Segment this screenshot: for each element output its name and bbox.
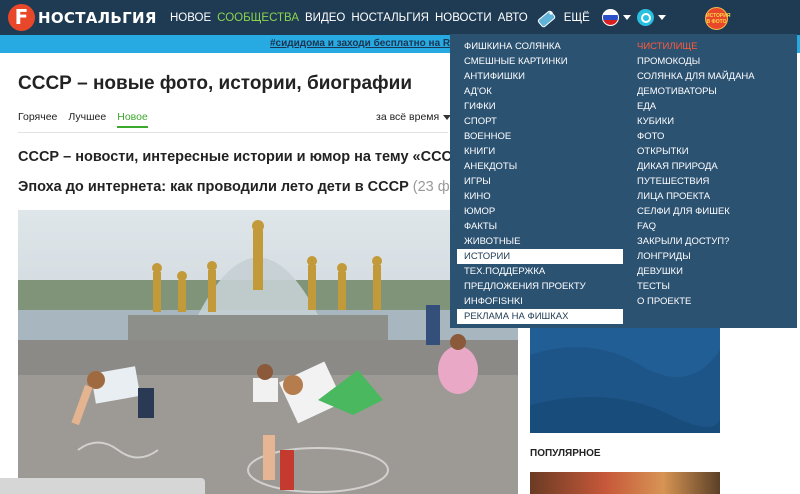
logo-text: НОСТАЛЬГИЯ bbox=[38, 8, 157, 27]
menu-item[interactable]: ВОЕННОЕ bbox=[457, 129, 623, 144]
menu-item[interactable]: ФИШКИНА СОЛЯНКА bbox=[457, 39, 623, 54]
menu-item[interactable]: СПОРТ bbox=[457, 114, 623, 129]
banner-texture bbox=[530, 325, 720, 433]
tab-best[interactable]: Лучшее bbox=[68, 111, 106, 128]
menu-item[interactable]: АНЕКДОТЫ bbox=[457, 159, 623, 174]
more-dropdown-menu: ФИШКИНА СОЛЯНКА СМЕШНЫЕ КАРТИНКИ АНТИФИШ… bbox=[450, 34, 797, 328]
promo-link[interactable]: #сидидома и заходи бесплатно на RealF bbox=[270, 38, 470, 49]
sort-tabs: Горячее Лучшее Новое bbox=[18, 111, 159, 128]
nav-item-nostalgia[interactable]: НОСТАЛЬГИЯ bbox=[351, 12, 429, 24]
menu-item[interactable]: ДИКАЯ ПРИРОДА bbox=[630, 159, 790, 174]
top-nav-bar: F НОСТАЛЬГИЯ НОВОЕ СООБЩЕСТВА ВИДЕО НОСТ… bbox=[0, 0, 800, 35]
popular-thumbnail[interactable] bbox=[530, 472, 720, 494]
menu-item[interactable]: КИНО bbox=[457, 189, 623, 204]
menu-item-stories[interactable]: ИСТОРИИ bbox=[457, 249, 623, 264]
search-icon bbox=[636, 9, 654, 26]
logo-mark: F bbox=[8, 4, 35, 31]
menu-item[interactable]: ТЕСТЫ bbox=[630, 279, 790, 294]
menu-item[interactable]: ПРОМОКОДЫ bbox=[630, 54, 790, 69]
nav-item-new[interactable]: НОВОЕ bbox=[170, 12, 211, 24]
menu-item-advertising[interactable]: РЕКЛАМА НА ФИШКАХ bbox=[457, 309, 623, 324]
site-logo[interactable]: F НОСТАЛЬГИЯ bbox=[8, 4, 157, 31]
post-title-text: Эпоха до интернета: как проводили лето д… bbox=[18, 179, 409, 195]
menu-item[interactable]: ДЕМОТИВАТОРЫ bbox=[630, 84, 790, 99]
menu-column-left: ФИШКИНА СОЛЯНКА СМЕШНЫЕ КАРТИНКИ АНТИФИШ… bbox=[457, 39, 623, 324]
menu-item[interactable]: ТЕХ.ПОДДЕРЖКА bbox=[457, 264, 623, 279]
tab-hot[interactable]: Горячее bbox=[18, 111, 57, 128]
menu-item[interactable]: ИГРЫ bbox=[457, 174, 623, 189]
period-label: за всё время bbox=[376, 111, 440, 123]
menu-item[interactable]: ДЕВУШКИ bbox=[630, 264, 790, 279]
tag-icon[interactable] bbox=[536, 7, 558, 29]
russian-flag-icon bbox=[601, 9, 619, 26]
popular-heading: ПОПУЛЯРНОЕ bbox=[530, 448, 601, 459]
nav-item-auto[interactable]: АВТО bbox=[498, 12, 528, 24]
menu-item[interactable]: ЮМОР bbox=[457, 204, 623, 219]
menu-item[interactable]: КНИГИ bbox=[457, 144, 623, 159]
page-title: СССР – новые фото, истории, биографии bbox=[18, 73, 413, 94]
search-button[interactable] bbox=[636, 9, 666, 26]
menu-item[interactable]: АД'ОК bbox=[457, 84, 623, 99]
menu-item[interactable]: ЗАКРЫЛИ ДОСТУП? bbox=[630, 234, 790, 249]
chevron-down-icon bbox=[657, 15, 666, 20]
menu-item[interactable]: ОТКРЫТКИ bbox=[630, 144, 790, 159]
post-title[interactable]: Эпоха до интернета: как проводили лето д… bbox=[18, 179, 458, 195]
nav-item-more[interactable]: ЕЩЁ bbox=[564, 12, 590, 24]
tab-new[interactable]: Новое bbox=[117, 111, 148, 128]
badge-text: ИСТОРИЯ В ФОТО bbox=[706, 13, 731, 25]
menu-item-purgatory[interactable]: ЧИСТИЛИЩЕ bbox=[630, 39, 790, 54]
menu-item[interactable]: КУБИКИ bbox=[630, 114, 790, 129]
menu-item[interactable]: ПРЕДЛОЖЕНИЯ ПРОЕКТУ bbox=[457, 279, 623, 294]
sidebar-banner[interactable] bbox=[530, 325, 720, 433]
menu-item[interactable]: ПУТЕШЕСТВИЯ bbox=[630, 174, 790, 189]
menu-item[interactable]: ФОТО bbox=[630, 129, 790, 144]
menu-item[interactable]: ФАКТЫ bbox=[457, 219, 623, 234]
menu-item[interactable]: ГИФКИ bbox=[457, 99, 623, 114]
photo-illustration bbox=[18, 210, 518, 494]
period-select[interactable]: за всё время bbox=[376, 111, 452, 123]
menu-item[interactable]: СМЕШНЫЕ КАРТИНКИ bbox=[457, 54, 623, 69]
history-in-photo-badge[interactable]: ИСТОРИЯ В ФОТО bbox=[705, 7, 731, 30]
menu-item[interactable]: СОЛЯНКА ДЛЯ МАЙДАНА bbox=[630, 69, 790, 84]
section-subtitle: СССР – новости, интересные истории и юмо… bbox=[18, 149, 470, 165]
menu-item[interactable]: СЕЛФИ ДЛЯ ФИШЕК bbox=[630, 204, 790, 219]
menu-item[interactable]: О ПРОЕКТЕ bbox=[630, 294, 790, 309]
menu-item[interactable]: АНТИФИШКИ bbox=[457, 69, 623, 84]
post-photo[interactable] bbox=[18, 210, 518, 494]
bottom-overlay-bar bbox=[0, 478, 205, 494]
divider bbox=[18, 132, 448, 133]
menu-item[interactable]: FAQ bbox=[630, 219, 790, 234]
nav-item-communities[interactable]: СООБЩЕСТВА bbox=[217, 12, 299, 24]
menu-item[interactable]: ЛИЦА ПРОЕКТА bbox=[630, 189, 790, 204]
menu-item[interactable]: ИНФОFISHKI bbox=[457, 294, 623, 309]
language-switch[interactable] bbox=[601, 9, 631, 26]
nav-item-news[interactable]: НОВОСТИ bbox=[435, 12, 492, 24]
menu-item[interactable]: ЛОНГРИДЫ bbox=[630, 249, 790, 264]
menu-item[interactable]: ЕДА bbox=[630, 99, 790, 114]
nav-item-video[interactable]: ВИДЕО bbox=[305, 12, 345, 24]
menu-column-right: ЧИСТИЛИЩЕ ПРОМОКОДЫ СОЛЯНКА ДЛЯ МАЙДАНА … bbox=[630, 39, 790, 309]
chevron-down-icon bbox=[622, 15, 631, 20]
menu-item[interactable]: ЖИВОТНЫЕ bbox=[457, 234, 623, 249]
main-nav: НОВОЕ СООБЩЕСТВА ВИДЕО НОСТАЛЬГИЯ НОВОСТ… bbox=[170, 0, 666, 35]
